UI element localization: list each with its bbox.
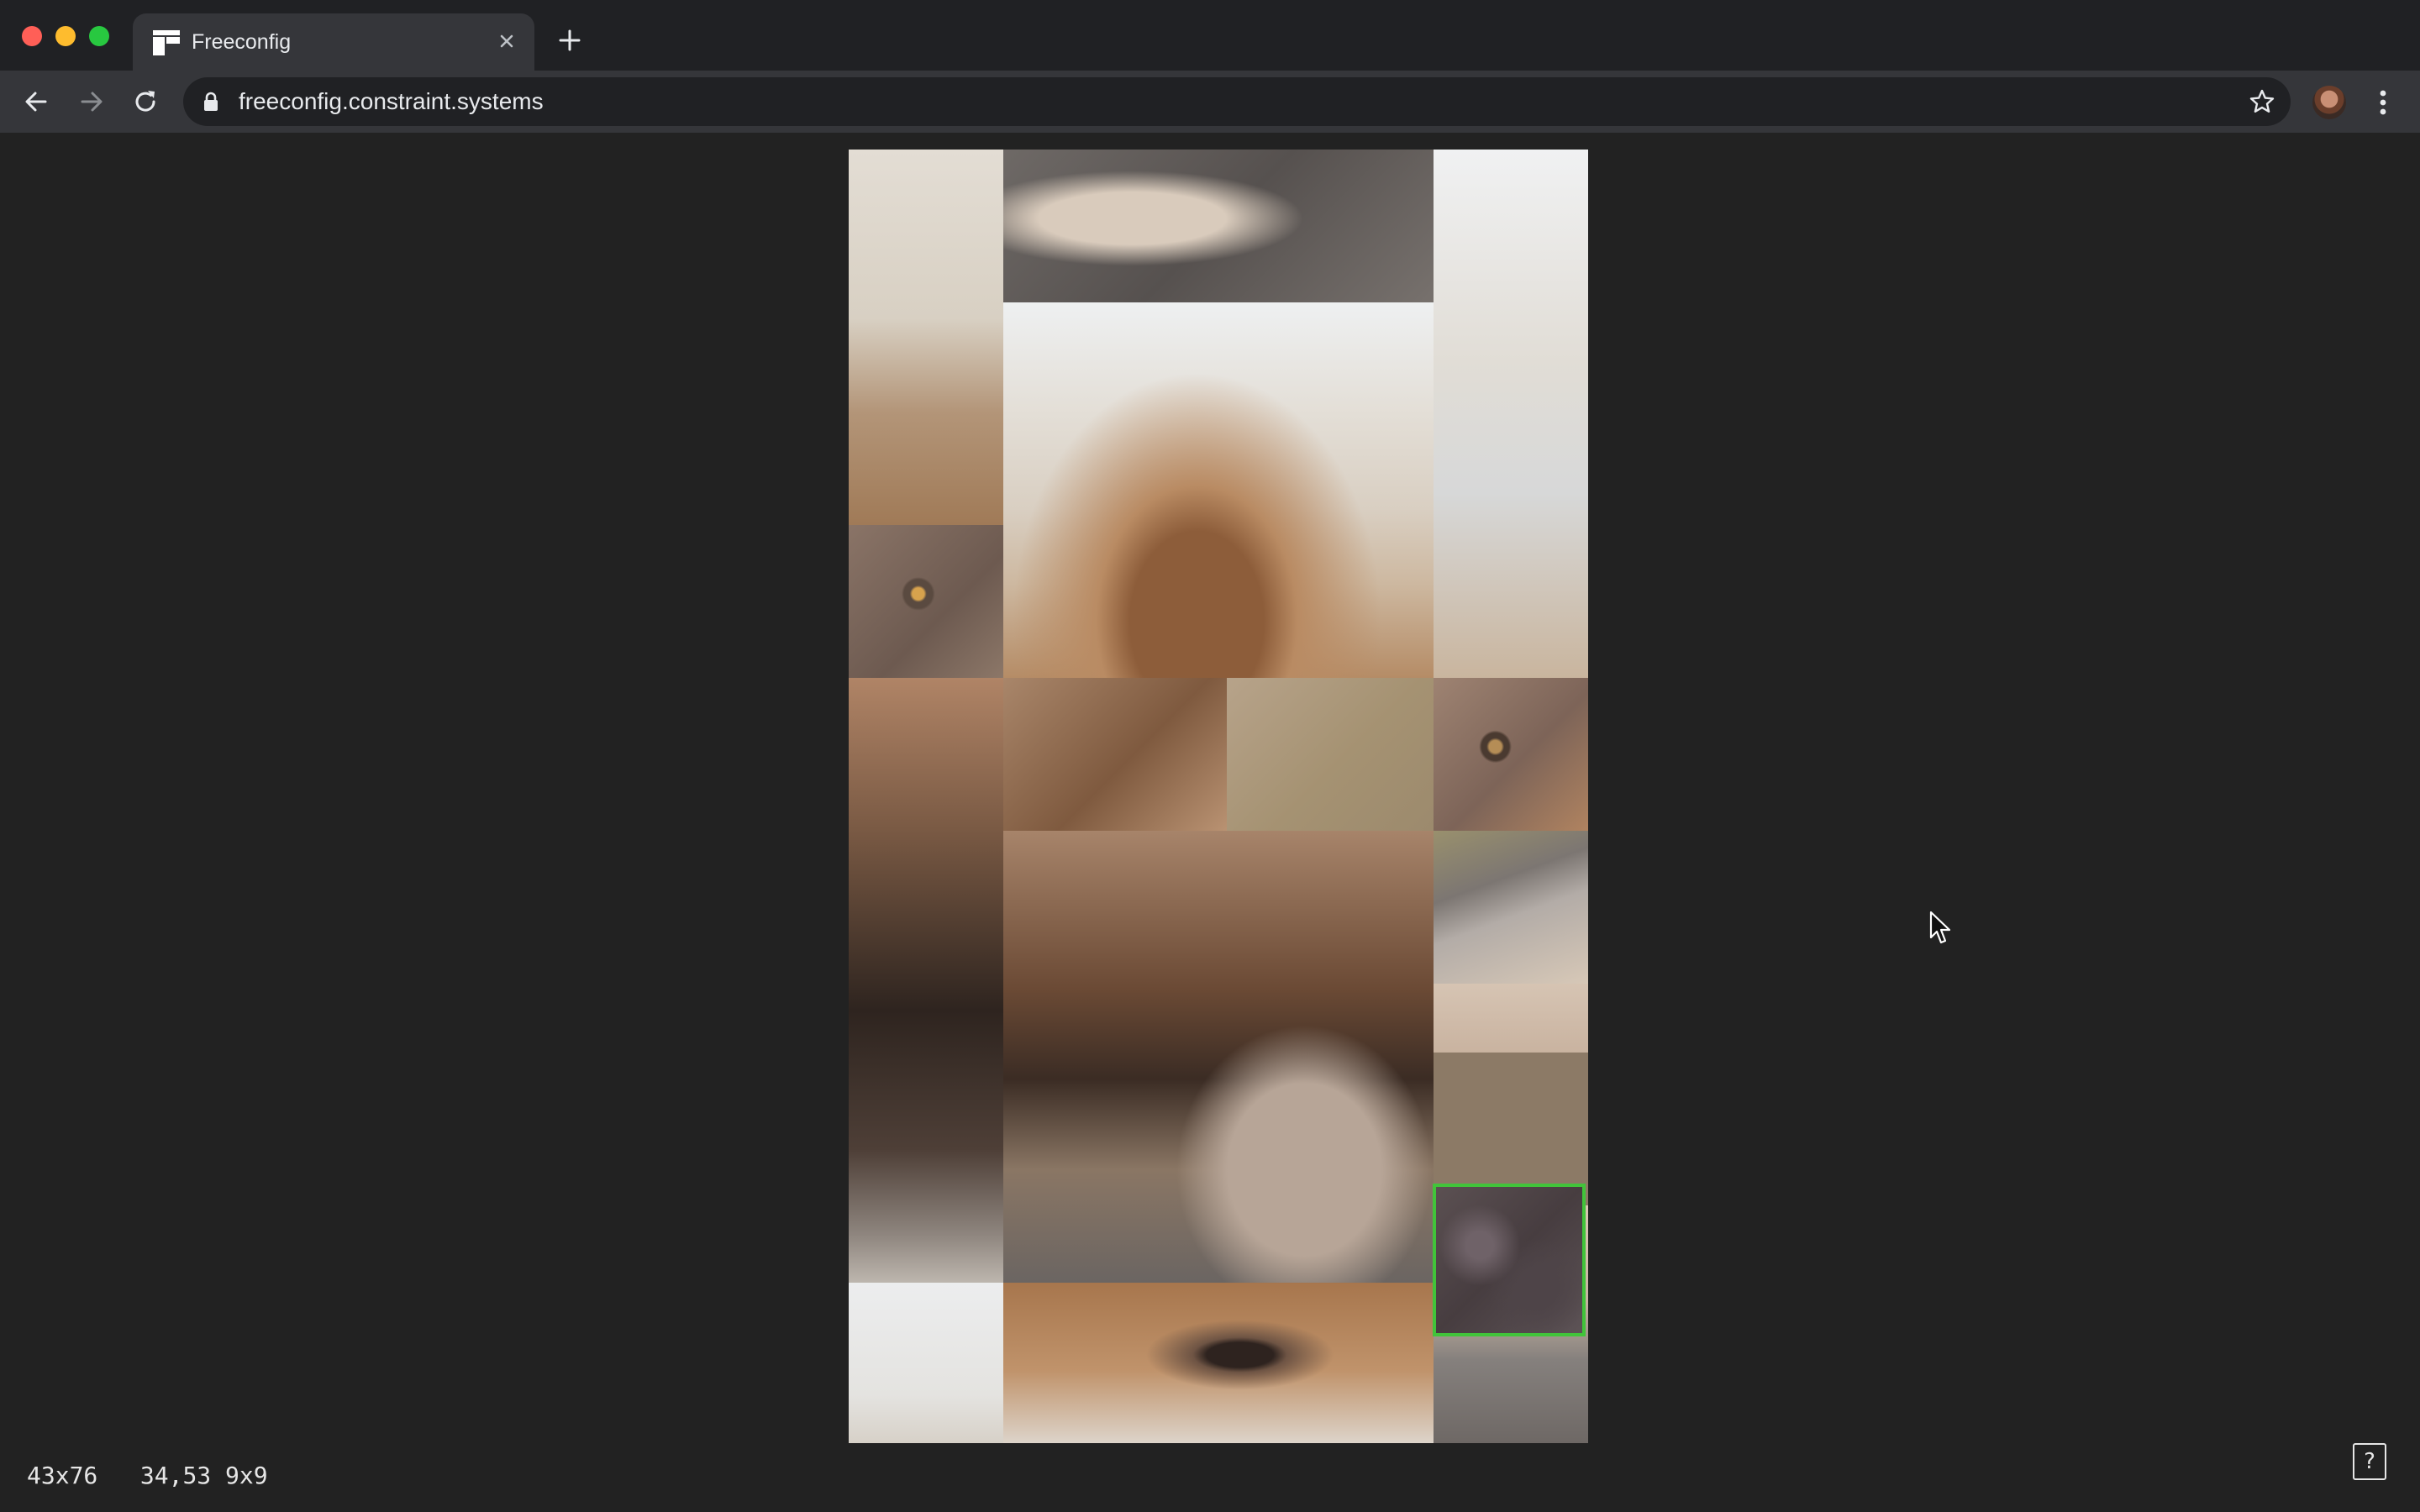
image-tile[interactable] <box>1434 831 1588 984</box>
forward-arrow-icon[interactable] <box>76 86 108 118</box>
image-tile[interactable] <box>1227 678 1434 831</box>
image-tile[interactable] <box>1003 1283 1434 1443</box>
image-tile[interactable] <box>1003 150 1434 302</box>
lock-icon <box>204 92 218 111</box>
title-bar: Freeconfig <box>0 0 2420 71</box>
tab-title: Freeconfig <box>192 30 292 54</box>
more-vert-icon[interactable] <box>2373 86 2393 119</box>
image-tile[interactable] <box>849 150 1003 525</box>
reload-icon[interactable] <box>129 86 161 118</box>
freeconfig-favicon-icon <box>153 30 180 55</box>
selected-tile[interactable] <box>1433 1184 1586 1336</box>
star-icon[interactable] <box>2249 88 2275 115</box>
maximize-window-button[interactable] <box>89 26 109 46</box>
minimize-window-button[interactable] <box>55 26 76 46</box>
browser-tab[interactable]: Freeconfig <box>133 13 534 71</box>
close-icon[interactable] <box>494 29 519 54</box>
profile-avatar[interactable] <box>2312 86 2346 119</box>
status-readout: 43x76 34,53 9x9 <box>27 1462 268 1489</box>
image-tile[interactable] <box>1434 984 1588 1053</box>
image-tile[interactable] <box>849 525 1003 678</box>
grid-size-readout: 9x9 <box>225 1462 268 1489</box>
url-text: freeconfig.constraint.systems <box>239 88 544 114</box>
image-tile[interactable] <box>849 678 1003 1283</box>
plus-icon[interactable] <box>556 27 583 54</box>
image-size-readout: 43x76 <box>27 1462 98 1489</box>
image-tile[interactable] <box>1434 150 1588 678</box>
address-bar[interactable]: freeconfig.constraint.systems <box>183 77 2291 126</box>
image-tile[interactable] <box>1003 678 1227 831</box>
cursor-position-readout: 34,53 <box>139 1462 212 1489</box>
help-button[interactable]: ? <box>2353 1443 2386 1480</box>
image-tile[interactable] <box>1003 302 1434 678</box>
close-window-button[interactable] <box>22 26 42 46</box>
image-tile[interactable] <box>1434 678 1588 831</box>
back-arrow-icon[interactable] <box>20 86 52 118</box>
image-tile[interactable] <box>849 1283 1003 1443</box>
page-viewport <box>0 133 2420 1512</box>
browser-toolbar: freeconfig.constraint.systems <box>0 71 2420 133</box>
image-tile[interactable] <box>1003 831 1434 1283</box>
cursor-icon <box>1929 911 1951 944</box>
